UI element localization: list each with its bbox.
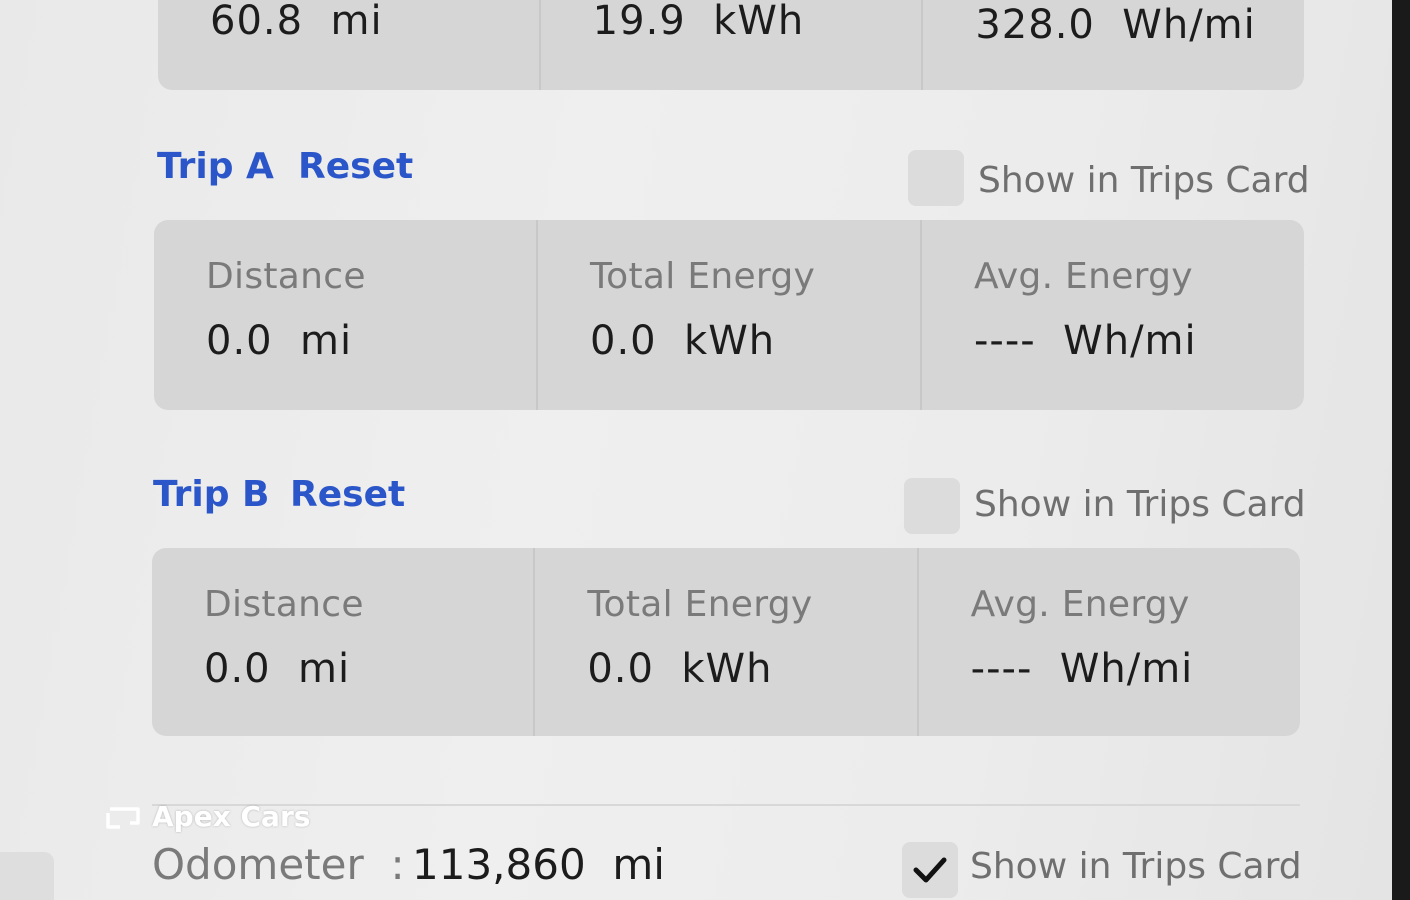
odometer-show-checkbox[interactable]	[902, 842, 958, 898]
since-charge-avg-value: 328.0 Wh/mi	[975, 2, 1256, 48]
odometer-value: 113,860 mi	[412, 840, 665, 889]
odometer-divider	[152, 804, 1300, 806]
trip-a-energy-label: Total Energy	[590, 256, 816, 297]
trip-a-show-label: Show in Trips Card	[978, 160, 1310, 201]
since-charge-energy-cell: 19.9 kWh	[541, 0, 924, 90]
trip-b-energy-cell: Total Energy 0.0 kWh	[535, 548, 919, 736]
trip-b-reset-button[interactable]: Reset	[290, 474, 405, 515]
trip-a-title: Trip A	[157, 146, 274, 187]
trips-screen: 60.8 mi 19.9 kWh 328.0 Wh/mi Trip A Rese…	[0, 0, 1392, 900]
trip-a-energy-cell: Total Energy 0.0 kWh	[538, 220, 922, 410]
since-charge-avg-cell: 328.0 Wh/mi	[923, 0, 1304, 90]
trip-b-avg-cell: Avg. Energy ---- Wh/mi	[919, 548, 1300, 736]
since-charge-distance-cell: 60.8 mi	[158, 0, 541, 90]
trip-b-card: Distance 0.0 mi Total Energy 0.0 kWh Avg…	[152, 548, 1300, 736]
trip-a-card: Distance 0.0 mi Total Energy 0.0 kWh Avg…	[154, 220, 1304, 410]
trip-b-show-label: Show in Trips Card	[974, 484, 1306, 525]
trip-a-distance-value: 0.0 mi	[206, 318, 353, 364]
screen-bezel	[1392, 0, 1410, 900]
checkmark-icon	[913, 857, 947, 883]
trip-a-energy-value: 0.0 kWh	[590, 318, 776, 364]
odometer-label: Odometer :	[152, 840, 405, 889]
since-charge-card: 60.8 mi 19.9 kWh 328.0 Wh/mi	[158, 0, 1304, 90]
trip-a-distance-cell: Distance 0.0 mi	[154, 220, 538, 410]
trip-b-energy-label: Total Energy	[587, 584, 813, 625]
trip-b-avg-value: ---- Wh/mi	[970, 646, 1194, 692]
trip-b-show-checkbox[interactable]	[904, 478, 960, 534]
corner-panel	[0, 852, 54, 900]
trip-b-energy-value: 0.0 kWh	[587, 646, 773, 692]
watermark: Apex Cars	[104, 800, 310, 833]
watermark-text: Apex Cars	[152, 800, 311, 833]
since-charge-energy-value: 19.9 kWh	[592, 0, 805, 44]
trip-b-distance-value: 0.0 mi	[204, 646, 351, 692]
trip-b-distance-cell: Distance 0.0 mi	[152, 548, 536, 736]
trip-a-show-checkbox[interactable]	[908, 150, 964, 206]
car-screen-logo-icon	[106, 806, 140, 829]
trip-a-distance-label: Distance	[206, 256, 366, 297]
trip-b-avg-label: Avg. Energy	[970, 584, 1190, 625]
trip-a-reset-button[interactable]: Reset	[298, 146, 413, 187]
since-charge-distance-value: 60.8 mi	[210, 0, 383, 44]
trip-a-avg-cell: Avg. Energy ---- Wh/mi	[922, 220, 1304, 410]
trip-b-title: Trip B	[153, 474, 270, 515]
trip-a-avg-value: ---- Wh/mi	[974, 318, 1197, 364]
trip-a-avg-label: Avg. Energy	[974, 256, 1193, 297]
odometer-show-label: Show in Trips Card	[970, 846, 1302, 887]
trip-b-distance-label: Distance	[204, 584, 364, 625]
